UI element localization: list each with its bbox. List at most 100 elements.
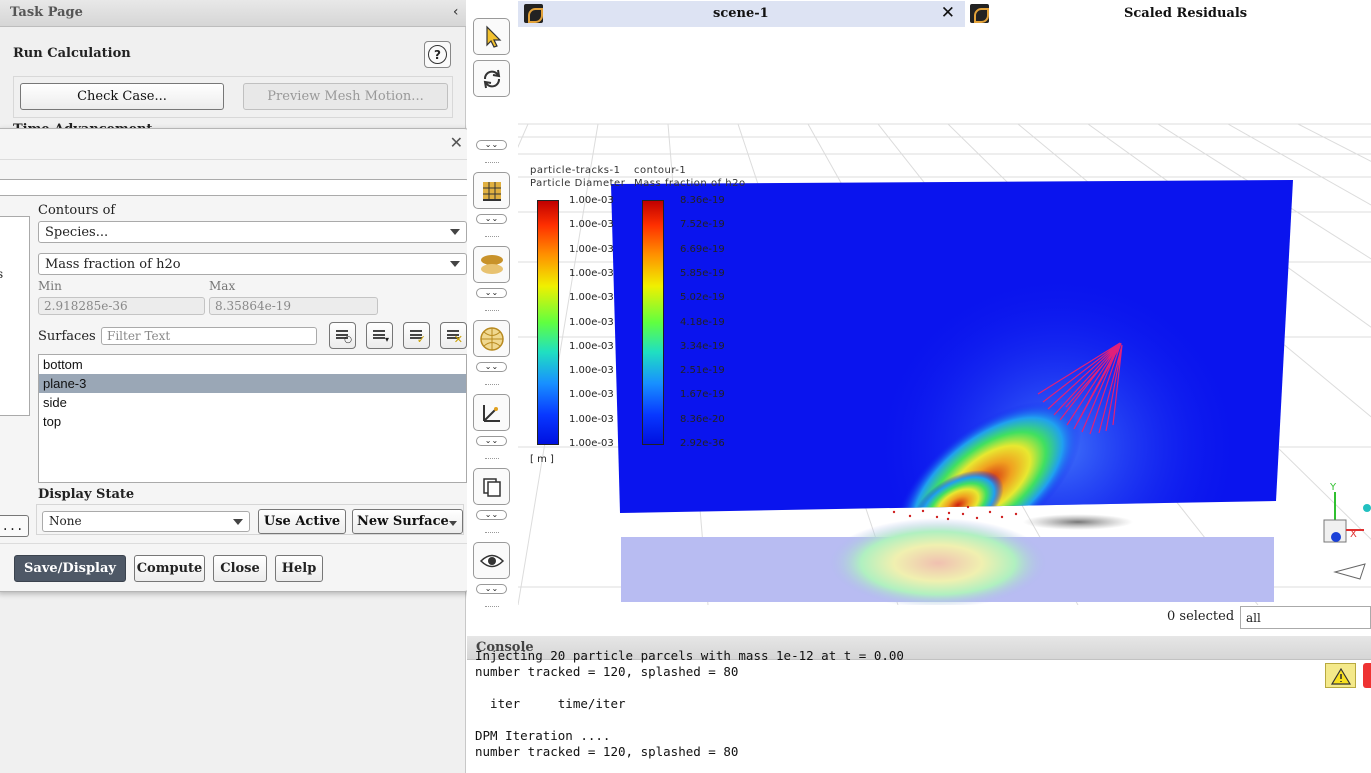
divider — [485, 606, 499, 607]
options-label-fragment: s — [0, 267, 4, 281]
display-state-select[interactable]: None — [42, 511, 250, 532]
divider — [485, 384, 499, 385]
min-value-field: 2.918285e-36 — [38, 297, 205, 315]
expand-chevron-icon[interactable]: ⌄⌄ — [476, 140, 507, 150]
help-button[interactable]: ? — [424, 41, 451, 68]
particle-legend-label: 1.00e-03 — [569, 389, 614, 401]
fluent-app-icon — [970, 4, 989, 23]
compute-button[interactable]: Compute — [134, 555, 205, 582]
axes-button[interactable] — [473, 394, 510, 431]
help-dialog-button[interactable]: Help — [275, 555, 323, 582]
options-list[interactable] — [0, 216, 30, 416]
mesh-display-button[interactable] — [473, 172, 510, 209]
particle-legend-label: 1.00e-03 — [569, 267, 614, 279]
checkmark-icon: ✓ — [416, 333, 426, 346]
error-button[interactable] — [1363, 663, 1371, 688]
deselect-all-button[interactable]: ✕ — [440, 322, 467, 349]
surfaces-list[interactable]: bottom plane-3 side top — [38, 354, 467, 483]
expand-chevron-icon[interactable]: ⌄⌄ — [476, 436, 507, 446]
console-output[interactable]: Injecting 20 particle parcels with mass … — [475, 648, 1315, 761]
divider — [485, 458, 499, 459]
surface-filter-input[interactable]: Filter Text — [101, 327, 317, 345]
axis-triad: Y X — [1323, 482, 1371, 580]
preview-mesh-motion-button[interactable]: Preview Mesh Motion... — [243, 83, 448, 110]
sphere-icon — [479, 326, 504, 351]
new-surface-button[interactable]: New Surface — [352, 509, 463, 534]
filter-options-button[interactable]: ▾ — [366, 322, 393, 349]
use-active-button[interactable]: Use Active — [258, 509, 346, 534]
list-item[interactable]: side — [39, 393, 466, 412]
expand-chevron-icon[interactable]: ⌄⌄ — [476, 584, 507, 594]
list-item-selected[interactable]: plane-3 — [39, 374, 466, 393]
floor-plume — [828, 518, 1048, 605]
selection-count: 0 selected — [1167, 609, 1235, 624]
save-display-button[interactable]: Save/Display — [14, 555, 126, 582]
contour-legend-label: 8.36e-19 — [680, 195, 725, 206]
contour-legend-label: 1.67e-19 — [680, 389, 725, 401]
display-state-value: None — [49, 514, 82, 528]
tab-scaled-residuals[interactable]: Scaled Residuals — [966, 1, 1371, 27]
collapse-left-icon[interactable]: ‹ — [452, 4, 460, 20]
expand-chevron-icon[interactable]: ⌄⌄ — [476, 214, 507, 224]
console-line: Injecting 20 particle parcels with mass … — [475, 648, 904, 663]
expand-chevron-icon[interactable]: ⌄⌄ — [476, 288, 507, 298]
warning-icon — [1330, 667, 1351, 685]
graphics-viewport[interactable]: Y X particle-tracks-1 Particle Diameter … — [518, 27, 1371, 605]
contour-name-input[interactable] — [0, 179, 469, 196]
view-button[interactable] — [473, 542, 510, 579]
contour-legend-label: 5.85e-19 — [680, 267, 725, 279]
question-icon: ? — [428, 45, 447, 64]
particle-legend-label: 1.00e-03 — [569, 340, 614, 352]
particle-legend-label: 1.00e-03 — [569, 219, 614, 231]
tab-scene-label: scene-1 — [713, 6, 769, 21]
max-label: Max — [209, 279, 236, 293]
contour-icon — [480, 254, 503, 274]
shadow — [1023, 514, 1133, 530]
tab-scene[interactable]: scene-1 ✕ — [518, 1, 965, 27]
rotate-button[interactable] — [473, 60, 510, 97]
selection-filter-select[interactable]: all — [1240, 606, 1371, 629]
console-panel: Console Injecting 20 particle parcels wi… — [467, 636, 1371, 773]
particle-legend-label: 1.00e-03 — [569, 413, 614, 425]
contour-legend-label: 6.69e-19 — [680, 243, 725, 255]
copy-view-button[interactable] — [473, 468, 510, 505]
display-state-label: Display State — [38, 487, 135, 502]
contour-legend-label: 8.36e-20 — [680, 413, 725, 425]
contour-variable-select[interactable]: Mass fraction of h2o — [38, 253, 467, 275]
chevron-down-icon — [449, 521, 457, 526]
console-line: iter time/iter — [475, 696, 626, 711]
mesh-icon — [482, 181, 501, 201]
particle-legend-unit: [ m ] — [530, 454, 554, 465]
close-icon[interactable]: ✕ — [941, 3, 955, 23]
check-case-button[interactable]: Check Case... — [20, 83, 224, 110]
contour-color-bar — [642, 200, 664, 445]
expand-chevron-icon[interactable]: ⌄⌄ — [476, 510, 507, 520]
contour-legend-label: 2.92e-36 — [680, 438, 725, 449]
particle-legend-title: particle-tracks-1 — [530, 165, 621, 176]
surfaces-label: Surfaces — [38, 329, 96, 344]
close-icon[interactable]: ✕ — [450, 133, 463, 152]
particle-legend-label: 1.00e-03 — [569, 292, 614, 304]
graphics-toolbar: ⌄⌄ ⌄⌄ ⌄⌄ ⌄⌄ ⌄⌄ ⌄⌄ ⌄⌄ — [467, 0, 517, 632]
contours-of-label: Contours of — [38, 203, 116, 218]
sphere-button[interactable] — [473, 320, 510, 357]
list-item[interactable]: bottom — [39, 355, 466, 374]
select-all-button[interactable]: ✓ — [403, 322, 430, 349]
close-button[interactable]: Close — [213, 555, 267, 582]
contour-variable-value: Mass fraction of h2o — [45, 257, 181, 272]
expand-chevron-icon[interactable]: ⌄⌄ — [476, 362, 507, 372]
divider — [0, 543, 471, 544]
divider — [485, 532, 499, 533]
pointer-button[interactable] — [473, 18, 510, 55]
list-item[interactable]: top — [39, 412, 466, 431]
new-surface-filter-button[interactable]: ○ — [329, 322, 356, 349]
fluent-app-icon — [524, 4, 543, 23]
more-options-button[interactable]: ... — [0, 515, 29, 537]
contours-button[interactable] — [473, 246, 510, 283]
contour-legend-label: 4.18e-19 — [680, 316, 725, 328]
contour-category-select[interactable]: Species... — [38, 221, 467, 243]
divider — [0, 159, 471, 160]
warning-button[interactable] — [1325, 663, 1356, 688]
particle-legend-subtitle: Particle Diameter — [530, 178, 626, 189]
